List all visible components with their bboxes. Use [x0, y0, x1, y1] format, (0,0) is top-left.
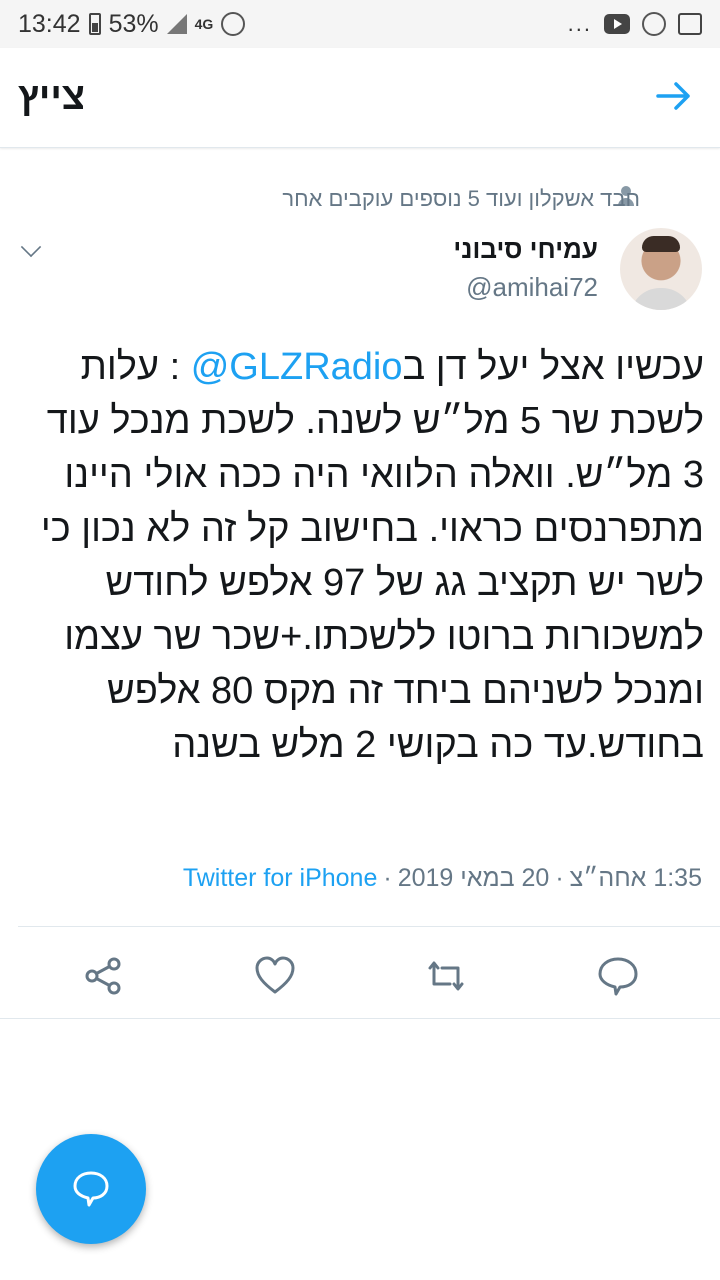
status-bar: 13:42 53% 4G ...	[0, 0, 720, 48]
reply-bubble-icon	[73, 1171, 109, 1207]
battery-percent: 53%	[108, 9, 159, 38]
gallery-icon	[678, 13, 702, 35]
signal-icon	[166, 14, 187, 34]
meta-separator: ·	[555, 864, 564, 892]
divider	[18, 926, 720, 927]
divider	[0, 1018, 720, 1019]
avatar[interactable]	[620, 228, 702, 310]
meta-separator: ·	[383, 864, 392, 892]
compose-button[interactable]	[36, 1134, 146, 1244]
tweet-date: 20 במאי 2019	[397, 864, 550, 892]
reply-icon[interactable]	[596, 954, 640, 998]
whatsapp-icon	[642, 12, 666, 36]
chevron-down-icon[interactable]	[20, 236, 42, 258]
tweet-meta: 1:35 אחה״צ · 20 במאי 2019 · Twitter for …	[183, 864, 702, 893]
social-context-text: חבד אשקלון ועוד 5 נוספים עוקבים אחר	[282, 186, 640, 211]
author-handle[interactable]: @amihai72	[466, 272, 598, 303]
like-icon[interactable]	[253, 954, 297, 998]
back-arrow-icon[interactable]	[656, 78, 692, 118]
retweet-icon[interactable]	[424, 954, 468, 998]
battery-icon	[88, 13, 101, 35]
tweet-text: עכשיו אצל יעל דן ב@GLZRadio : עלות לשכת …	[20, 340, 704, 772]
app-header: צייץ	[0, 48, 720, 148]
social-context[interactable]: חבד אשקלון ועוד 5 נוספים עוקבים אחר	[282, 186, 640, 212]
tweet-text-before: עכשיו אצל יעל דן ב	[402, 346, 705, 388]
author-name[interactable]: עמיחי סיבוני	[453, 234, 598, 265]
youtube-icon	[604, 14, 630, 34]
network-type: 4G	[194, 15, 214, 32]
status-time: 13:42	[18, 9, 81, 38]
tweet-actions	[0, 940, 720, 1016]
mention-link[interactable]: @GLZRadio	[191, 346, 403, 388]
alarm-icon	[221, 12, 246, 36]
page-title: צייץ	[18, 76, 86, 118]
tweet-text-after: : עלות לשכת שר 5 מל״ש לשנה. לשכת מנכל עו…	[40, 346, 704, 766]
arrow-right-icon	[656, 81, 690, 110]
tweet-source-link[interactable]: Twitter for iPhone	[183, 864, 378, 893]
more-notifications: ...	[567, 11, 592, 36]
share-icon[interactable]	[82, 954, 126, 998]
tweet-time: 1:35 אחה״צ	[569, 864, 702, 892]
